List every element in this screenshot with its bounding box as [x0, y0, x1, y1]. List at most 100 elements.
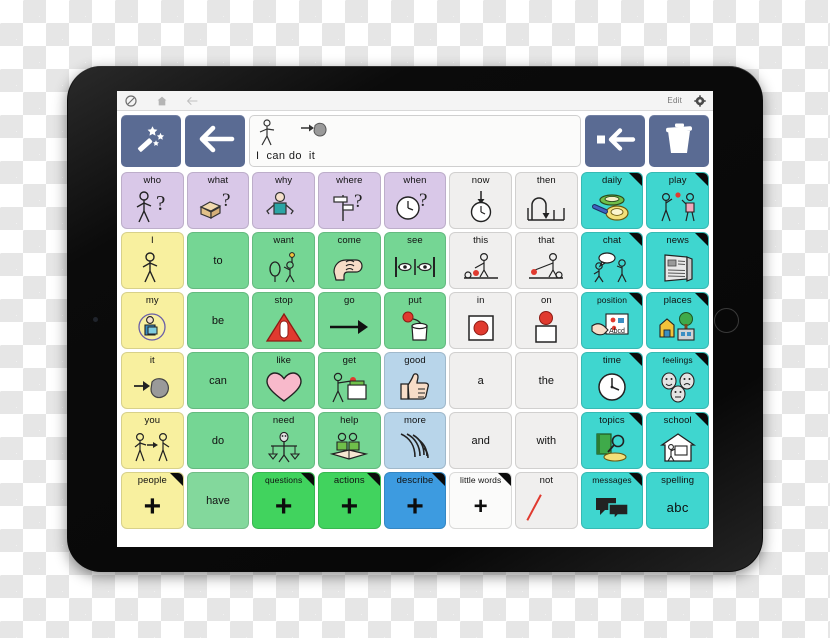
svg-text:?: ?	[354, 191, 362, 212]
tablet-screen: Edit I can do it who ? what ? why where …	[117, 91, 713, 547]
grid-cell-where[interactable]: where ?	[318, 172, 381, 229]
grid-cell-do[interactable]: do do	[186, 412, 250, 469]
grid-cell-not[interactable]: not	[515, 472, 578, 529]
cell-label: what	[207, 175, 229, 186]
houses-tree-icon	[647, 306, 708, 348]
grid-cell-this[interactable]: this	[449, 232, 512, 289]
grid-cell-actions[interactable]: actions +	[318, 472, 381, 529]
clock-arrow-icon	[450, 186, 511, 228]
grid-cell-places[interactable]: places	[646, 292, 709, 349]
grid-cell-daily[interactable]: daily	[580, 172, 644, 229]
grid-cell-time[interactable]: time	[580, 352, 644, 409]
grid-cell-with[interactable]: with with	[515, 412, 578, 469]
cell-label: you	[144, 415, 161, 426]
grid-cell-then[interactable]: then	[515, 172, 578, 229]
cell-word-text: the	[538, 374, 554, 387]
cell-label: it	[149, 355, 155, 366]
grid-cell-stop[interactable]: stop	[252, 292, 315, 349]
edit-button[interactable]: Edit	[667, 96, 682, 105]
cell-label: that	[538, 235, 555, 246]
grid-cell-and[interactable]: and and	[449, 412, 512, 469]
home-button[interactable]	[714, 308, 739, 333]
grid-cell-my[interactable]: my	[121, 292, 184, 349]
svg-text:?: ?	[156, 191, 165, 215]
no-entry-icon[interactable]	[124, 94, 137, 107]
person-holding-circle-icon	[122, 306, 183, 348]
cell-word: can	[188, 353, 249, 408]
grid-cell-it[interactable]: it	[121, 352, 184, 409]
cell-word-text: with	[536, 434, 557, 447]
grid-cell-that[interactable]: that	[515, 232, 578, 289]
grid-cell-chat[interactable]: chat	[580, 232, 644, 289]
grid-cell-news[interactable]: news	[646, 232, 709, 289]
red-slash-icon	[516, 486, 577, 528]
grid-cell-get[interactable]: get	[318, 352, 381, 409]
cell-word: have	[188, 473, 249, 528]
vocabulary-grid: who ? what ? why where ? when ? now then…	[117, 170, 713, 533]
grid-cell-help[interactable]: help	[318, 412, 381, 469]
message-word-2: it	[308, 150, 316, 162]
message-bar[interactable]: Ican do it	[249, 115, 581, 167]
cell-label: places	[663, 295, 692, 306]
grid-cell-feelings[interactable]: feelings	[646, 352, 709, 409]
back-arrow-icon[interactable]	[186, 94, 199, 107]
grid-cell-play[interactable]: play	[646, 172, 709, 229]
grid-cell-in[interactable]: in	[449, 292, 512, 349]
grid-cell-people[interactable]: people +	[121, 472, 184, 529]
clear-message-button[interactable]	[649, 115, 709, 167]
grid-cell-when[interactable]: when ?	[383, 172, 447, 229]
grid-cell-what[interactable]: what ?	[186, 172, 250, 229]
gear-icon[interactable]	[693, 94, 706, 107]
grid-cell-come[interactable]: come	[318, 232, 381, 289]
plus-icon: +	[473, 492, 488, 520]
grid-cell-a[interactable]: a a	[449, 352, 512, 409]
cell-word: with	[516, 413, 577, 468]
grid-cell-the[interactable]: the the	[515, 352, 578, 409]
backspace-button[interactable]	[585, 115, 645, 167]
cell-label: stop	[274, 295, 293, 306]
hand-cards-abcd-icon: Abcd	[582, 306, 643, 349]
toothbrush-soap-icon	[582, 186, 643, 228]
grid-cell-on[interactable]: on	[515, 292, 578, 349]
grid-cell-to[interactable]: to to	[186, 232, 250, 289]
cell-label: actions	[333, 475, 365, 486]
app-chrome-bar: Edit	[117, 91, 713, 111]
right-arrow-icon	[319, 306, 380, 348]
grid-cell-put[interactable]: put	[383, 292, 447, 349]
grid-cell-be[interactable]: be be	[186, 292, 250, 349]
grid-cell-like[interactable]: like	[252, 352, 315, 409]
grid-cell-school[interactable]: school	[646, 412, 709, 469]
grid-cell-see[interactable]: see	[383, 232, 447, 289]
grid-cell-i[interactable]: I	[121, 232, 184, 289]
grid-cell-more[interactable]: more	[383, 412, 447, 469]
person-reaching-icon	[253, 246, 314, 288]
back-button[interactable]	[185, 115, 245, 167]
grid-cell-position[interactable]: position Abcd	[580, 292, 644, 349]
book-magnifier-icon	[582, 426, 643, 468]
waves-hand-icon	[385, 426, 446, 468]
grid-cell-who[interactable]: who ?	[121, 172, 184, 229]
grid-cell-now[interactable]: now	[449, 172, 512, 229]
grid-cell-little-words[interactable]: little words +	[449, 472, 512, 529]
grid-cell-go[interactable]: go	[318, 292, 381, 349]
grid-cell-messages[interactable]: messages	[580, 472, 644, 529]
grid-cell-have[interactable]: have have	[186, 472, 250, 529]
grid-cell-why[interactable]: why	[252, 172, 315, 229]
grid-cell-questions[interactable]: questions +	[252, 472, 315, 529]
clock-icon	[582, 366, 643, 408]
home-icon[interactable]	[155, 94, 168, 107]
grid-cell-good[interactable]: good	[383, 352, 447, 409]
stick-figure-icon	[122, 246, 183, 288]
grid-cell-describe[interactable]: describe +	[383, 472, 447, 529]
grid-cell-can[interactable]: can can	[186, 352, 250, 409]
cell-label: get	[342, 355, 357, 366]
arrow-to-blob-icon	[122, 366, 183, 408]
word-prediction-button[interactable]	[121, 115, 181, 167]
cell-word-text: have	[206, 494, 230, 507]
grid-cell-you[interactable]: you	[121, 412, 184, 469]
grid-cell-need[interactable]: need	[252, 412, 315, 469]
grid-cell-want[interactable]: want	[252, 232, 315, 289]
grid-cell-topics[interactable]: topics	[580, 412, 644, 469]
grid-cell-spelling[interactable]: spelling abc	[646, 472, 709, 529]
trash-icon	[664, 122, 694, 161]
